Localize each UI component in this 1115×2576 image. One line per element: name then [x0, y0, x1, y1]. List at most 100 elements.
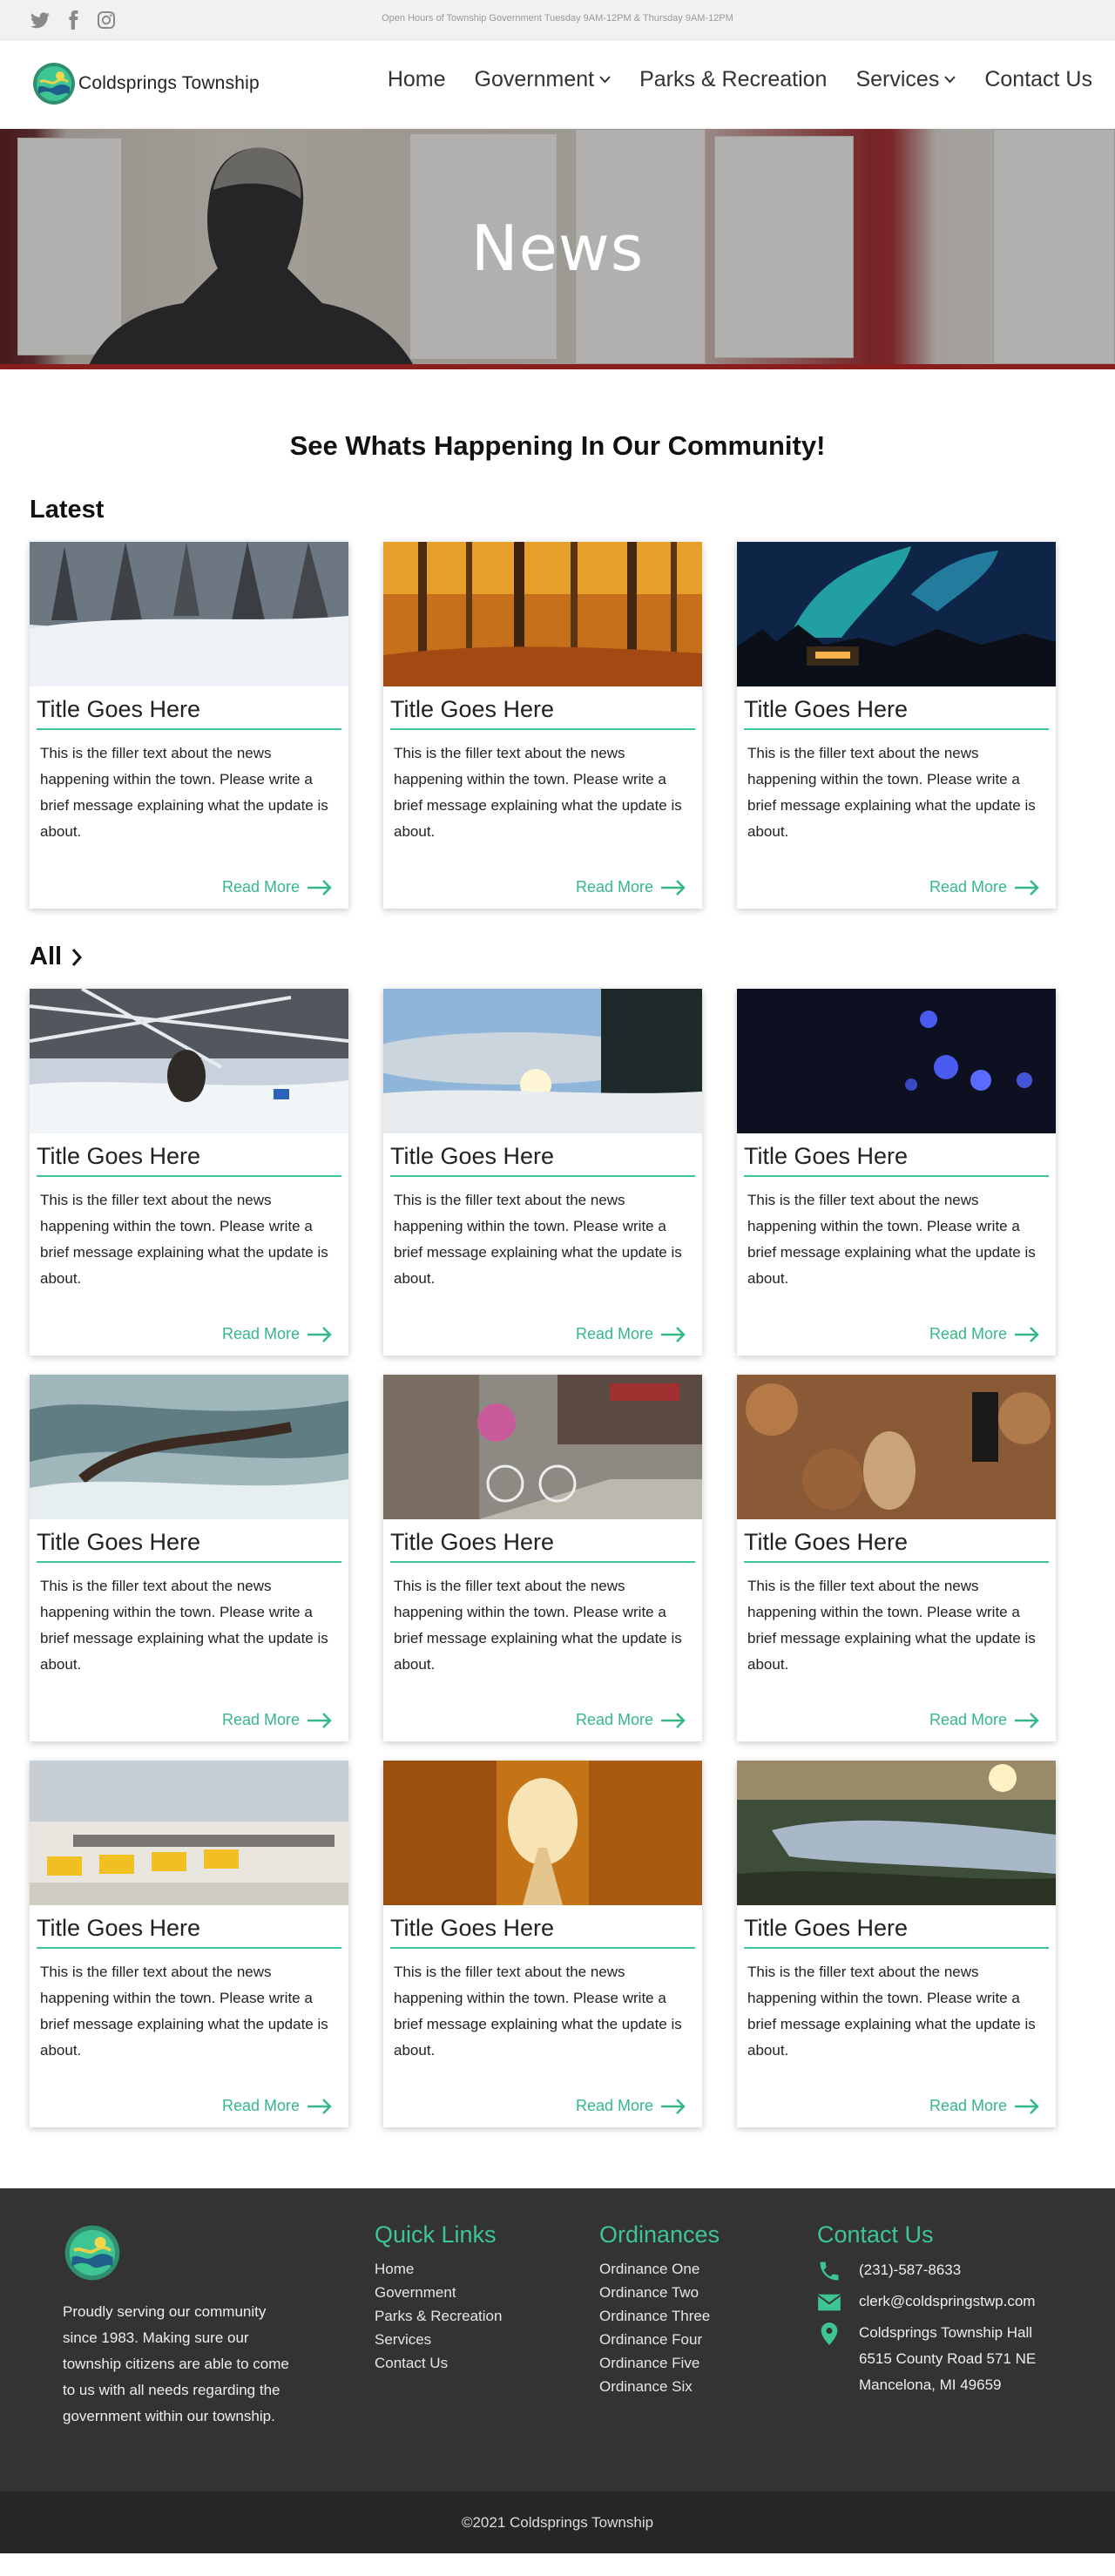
card-text: This is the filler text about the news h…: [394, 1192, 682, 1287]
contact-phone[interactable]: (231)-587-8633: [817, 2257, 1036, 2283]
news-card: Title Goes Here This is the filler text …: [737, 542, 1056, 909]
address-line: 6515 County Road 571 NE: [859, 2350, 1037, 2367]
ordinance-link[interactable]: Ordinance Six: [599, 2375, 720, 2398]
news-card: Title Goes Here This is the filler text …: [737, 989, 1056, 1356]
card-text: This is the filler text about the news h…: [394, 1964, 682, 2059]
site-name: Coldsprings Township: [78, 73, 260, 93]
card-title[interactable]: Title Goes Here: [744, 1915, 1049, 1949]
ordinance-link[interactable]: Ordinance Four: [599, 2328, 720, 2351]
quick-links-title: Quick Links: [375, 2221, 497, 2248]
contact-address: Coldsprings Township Hall 6515 County Ro…: [817, 2320, 1036, 2398]
copyright: ©2021 Coldsprings Township: [0, 2491, 1115, 2553]
nav-item-government[interactable]: Government: [475, 67, 612, 92]
card-title[interactable]: Title Goes Here: [744, 696, 1049, 730]
chevron-down-icon: [599, 76, 611, 84]
phone-number: (231)-587-8633: [859, 2262, 962, 2278]
arrow-right-icon: [1015, 1326, 1039, 1342]
news-image-northern-lights[interactable]: [737, 542, 1056, 686]
arrow-right-icon: [307, 2098, 332, 2114]
arrow-right-icon: [307, 1712, 332, 1728]
email-address: clerk@coldspringstwp.com: [859, 2293, 1036, 2309]
news-image-autumn-road[interactable]: [383, 1761, 702, 1905]
nav-item-contact-us[interactable]: Contact Us: [984, 67, 1092, 92]
read-more-link[interactable]: Read More: [222, 2097, 333, 2115]
news-image-squirrel-leaves[interactable]: [737, 1375, 1056, 1519]
ordinance-link[interactable]: Ordinance Three: [599, 2304, 720, 2328]
card-title[interactable]: Title Goes Here: [37, 1529, 341, 1563]
arrow-right-icon: [661, 2098, 686, 2114]
footer-link-government[interactable]: Government: [375, 2281, 502, 2304]
site-footer: Proudly serving our community since 1983…: [0, 2188, 1115, 2491]
ordinance-link[interactable]: Ordinance Two: [599, 2281, 720, 2304]
site-logo[interactable]: Coldsprings Township: [31, 61, 260, 106]
news-image-winter-sunset[interactable]: [383, 989, 702, 1133]
phone-icon: [820, 2262, 839, 2281]
nav-item-services[interactable]: Services: [855, 67, 956, 92]
contact-email[interactable]: clerk@coldspringstwp.com: [817, 2289, 1036, 2315]
footer-link-contact-us[interactable]: Contact Us: [375, 2351, 502, 2375]
card-text: This is the filler text about the news h…: [747, 745, 1036, 840]
news-image-ice-fishing[interactable]: [30, 989, 348, 1133]
news-image-jellyfish[interactable]: [737, 989, 1056, 1133]
hero-bottom-border: [0, 364, 1115, 369]
read-more-link[interactable]: Read More: [576, 878, 686, 896]
card-title[interactable]: Title Goes Here: [390, 696, 695, 730]
card-title[interactable]: Title Goes Here: [37, 1915, 341, 1949]
read-more-link[interactable]: Read More: [222, 878, 333, 896]
card-title[interactable]: Title Goes Here: [744, 1143, 1049, 1177]
nav-label: Contact Us: [984, 67, 1092, 91]
read-more-label: Read More: [929, 1711, 1007, 1728]
news-image-autumn-forest[interactable]: [383, 542, 702, 686]
card-title[interactable]: Title Goes Here: [390, 1915, 695, 1949]
read-more-link[interactable]: Read More: [222, 1711, 333, 1729]
read-more-link[interactable]: Read More: [929, 1325, 1040, 1343]
latest-title: Latest: [30, 496, 105, 524]
footer-ordinances: Ordinances Ordinance One Ordinance Two O…: [599, 2221, 720, 2398]
top-bar: Open Hours of Township Government Tuesda…: [0, 0, 1115, 40]
ordinances-title: Ordinances: [599, 2221, 720, 2248]
nav-item-home[interactable]: Home: [388, 67, 446, 92]
news-image-lake-sunset[interactable]: [737, 1761, 1056, 1905]
arrow-right-icon: [1015, 1712, 1039, 1728]
news-image-frozen-water[interactable]: [30, 1375, 348, 1519]
hero-banner: News: [0, 129, 1115, 369]
card-title[interactable]: Title Goes Here: [37, 696, 341, 730]
nav-label: Services: [855, 67, 940, 91]
card-title[interactable]: Title Goes Here: [390, 1529, 695, 1563]
ordinance-link[interactable]: Ordinance Five: [599, 2351, 720, 2375]
read-more-link[interactable]: Read More: [222, 1325, 333, 1343]
read-more-label: Read More: [575, 1325, 653, 1342]
footer-link-services[interactable]: Services: [375, 2328, 502, 2351]
card-text: This is the filler text about the news h…: [40, 745, 328, 840]
news-image-street-bicycle[interactable]: [383, 1375, 702, 1519]
footer-link-parks-recreation[interactable]: Parks & Recreation: [375, 2304, 502, 2328]
card-title[interactable]: Title Goes Here: [37, 1143, 341, 1177]
read-more-label: Read More: [221, 878, 300, 896]
envelope-icon: [817, 2294, 841, 2311]
section-headline: See Whats Happening In Our Community!: [289, 430, 826, 461]
read-more-link[interactable]: Read More: [929, 2097, 1040, 2115]
read-more-link[interactable]: Read More: [576, 2097, 686, 2115]
map-pin-icon: [821, 2322, 838, 2345]
all-heading[interactable]: All: [30, 943, 1115, 971]
address-line: Mancelona, MI 49659: [859, 2377, 1002, 2393]
card-text: This is the filler text about the news h…: [747, 1964, 1036, 2059]
read-more-link[interactable]: Read More: [576, 1711, 686, 1729]
read-more-label: Read More: [221, 2097, 300, 2114]
news-image-snowy-forest[interactable]: [30, 542, 348, 686]
read-more-link[interactable]: Read More: [576, 1325, 686, 1343]
news-card: Title Goes Here This is the filler text …: [30, 989, 348, 1356]
open-hours: Open Hours of Township Government Tuesda…: [382, 13, 733, 24]
nav-item-parks-recreation[interactable]: Parks & Recreation: [639, 67, 827, 92]
ordinance-link[interactable]: Ordinance One: [599, 2257, 720, 2281]
card-title[interactable]: Title Goes Here: [744, 1529, 1049, 1563]
card-text: This is the filler text about the news h…: [747, 1192, 1036, 1287]
latest-grid: Title Goes Here This is the filler text …: [30, 542, 1115, 909]
news-card: Title Goes Here This is the filler text …: [383, 1761, 702, 2127]
card-title[interactable]: Title Goes Here: [390, 1143, 695, 1177]
contact-title: Contact Us: [817, 2221, 934, 2248]
news-image-cafe-chairs[interactable]: [30, 1761, 348, 1905]
footer-link-home[interactable]: Home: [375, 2257, 502, 2281]
read-more-link[interactable]: Read More: [929, 1711, 1040, 1729]
read-more-link[interactable]: Read More: [929, 878, 1040, 896]
